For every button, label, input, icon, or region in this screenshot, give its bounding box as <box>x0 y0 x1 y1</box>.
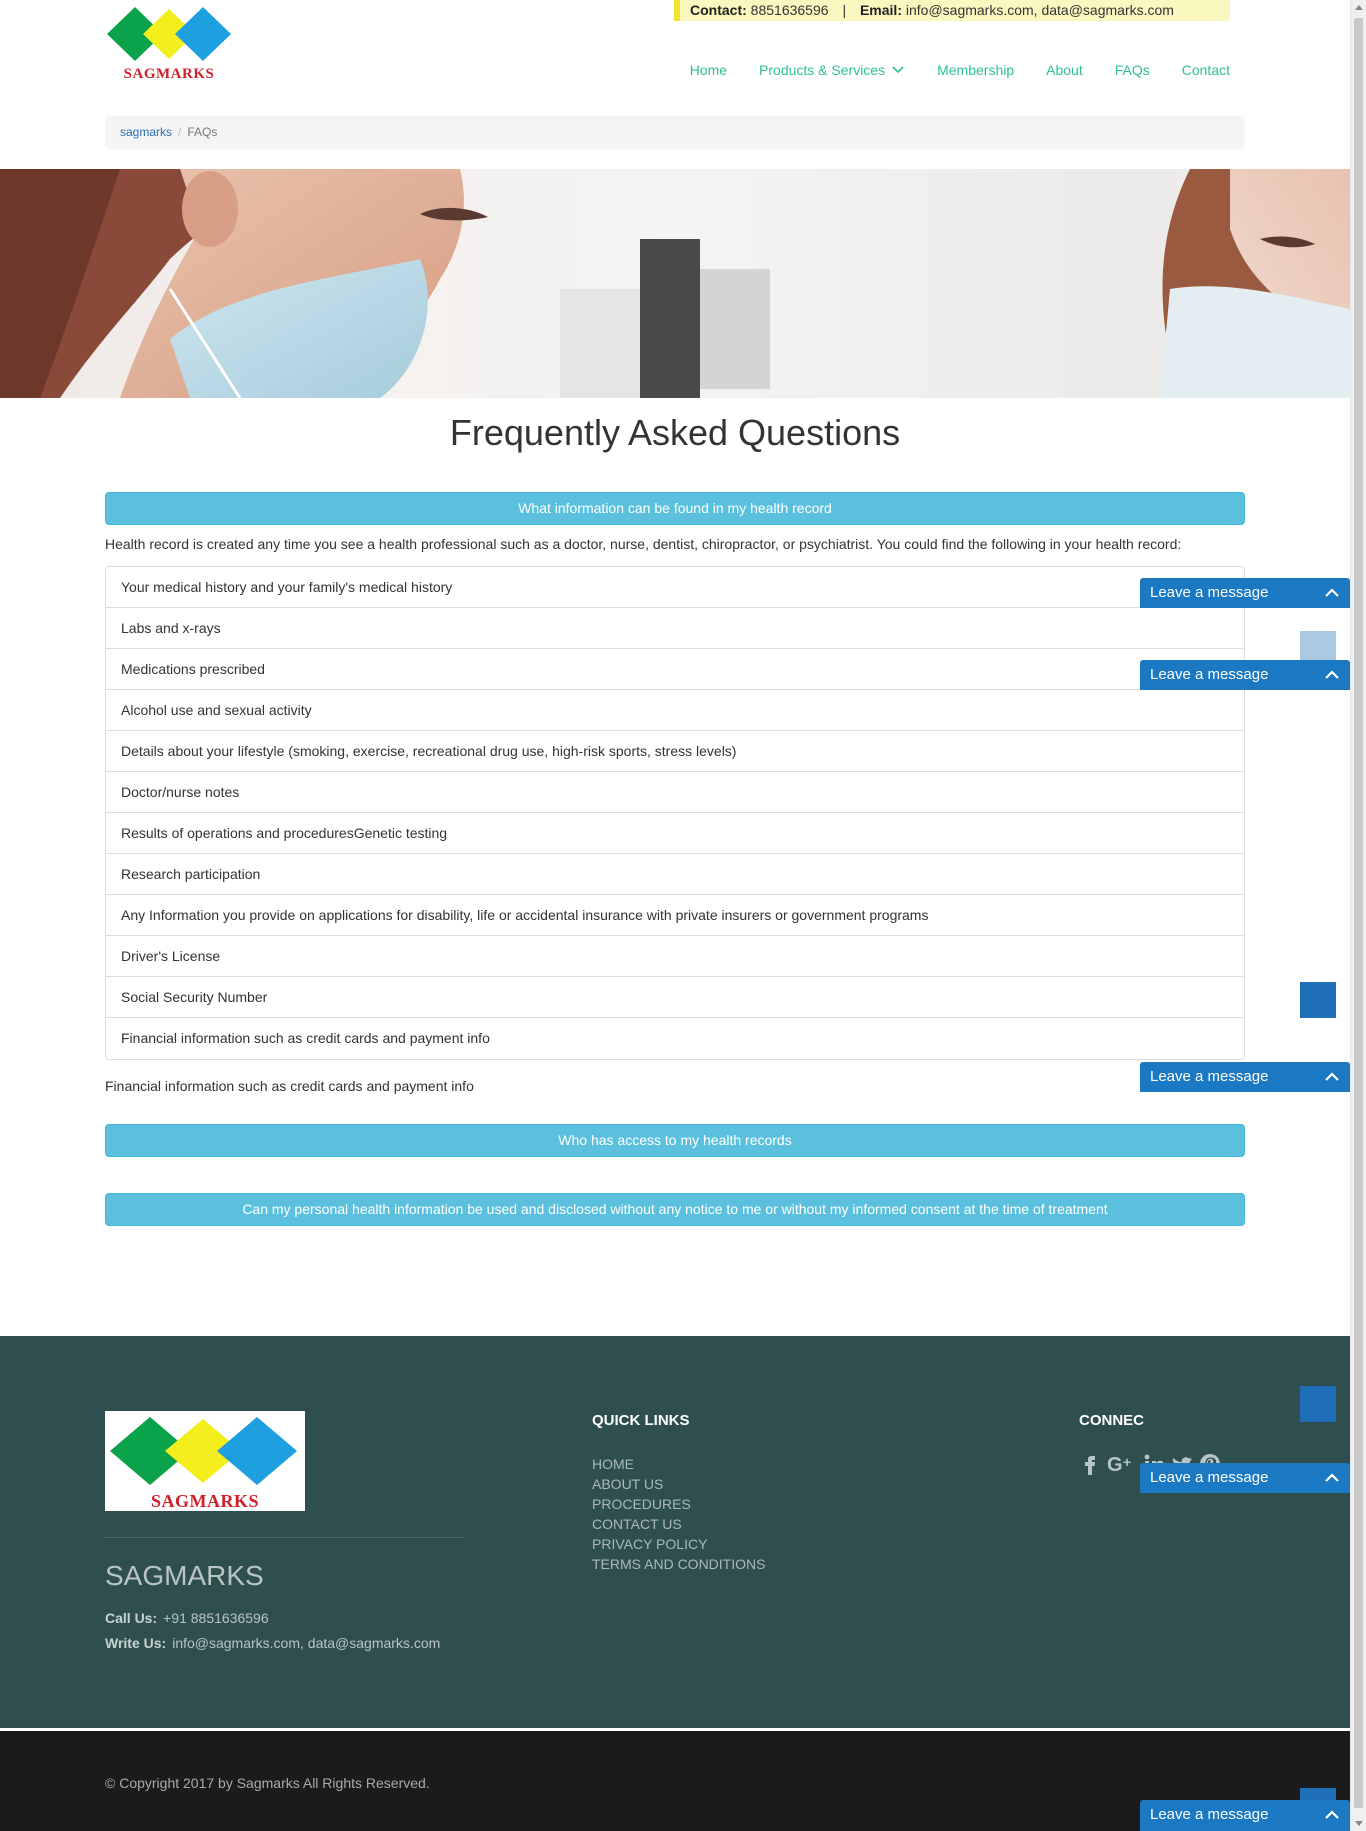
copyright: © Copyright 2017 by Sagmarks All Rights … <box>105 1775 430 1791</box>
hero-banner <box>0 169 1350 398</box>
facebook-icon[interactable] <box>1079 1452 1101 1476</box>
scroll-down-arrow-icon[interactable] <box>1355 1821 1363 1826</box>
list-item: Social Security Number <box>106 977 1244 1018</box>
faq-question-3[interactable]: Can my personal health information be us… <box>105 1193 1245 1226</box>
nav-products-services[interactable]: Products & Services <box>759 62 905 78</box>
faq-question-1[interactable]: What information can be found in my heal… <box>105 492 1245 525</box>
scrollbar[interactable] <box>1350 0 1366 1831</box>
quick-link-procedures[interactable]: PROCEDURES <box>592 1494 765 1514</box>
footer-divider <box>105 1537 465 1538</box>
leave-message-widget[interactable]: Leave a message <box>1140 1800 1350 1831</box>
chat-widget-tab[interactable] <box>1300 1386 1336 1422</box>
footer-call-value: +91 8851636596 <box>163 1610 269 1626</box>
leave-message-label: Leave a message <box>1150 666 1269 683</box>
list-item: Medications prescribed <box>106 649 1244 690</box>
footer-brand: SAGMARKS <box>105 1560 264 1591</box>
page-title: Frequently Asked Questions <box>449 412 901 453</box>
footer-write-value: info@sagmarks.com, data@sagmarks.com <box>172 1635 441 1651</box>
nav-about[interactable]: About <box>1046 62 1083 78</box>
leave-message-label: Leave a message <box>1150 1068 1269 1085</box>
connect-title: CONNEC <box>1079 1412 1145 1429</box>
quick-link-about-us[interactable]: ABOUT US <box>592 1474 765 1494</box>
quick-link-contact-us[interactable]: CONTACT US <box>592 1514 765 1534</box>
contact-email: info@sagmarks.com, data@sagmarks.com <box>905 2 1174 18</box>
breadcrumb-separator: / <box>178 125 182 139</box>
list-item: Alcohol use and sexual activity <box>106 690 1244 731</box>
quick-links-list: HOME ABOUT US PROCEDURES CONTACT US PRIV… <box>592 1454 765 1574</box>
svg-text:+: + <box>1123 1454 1131 1470</box>
leave-message-label: Leave a message <box>1150 584 1269 601</box>
nav-about-label: About <box>1046 62 1083 78</box>
breadcrumb-home[interactable]: sagmarks <box>120 125 172 139</box>
chevron-down-icon <box>892 66 904 74</box>
nav-membership-label: Membership <box>937 62 1015 78</box>
breadcrumb: sagmarks / FAQs <box>105 116 1245 149</box>
email-label: Email: <box>859 2 902 18</box>
faq-question-2[interactable]: Who has access to my health records <box>105 1124 1245 1157</box>
quick-link-home[interactable]: HOME <box>592 1454 765 1474</box>
faq-answer-footer: Financial information such as credit car… <box>105 1078 474 1094</box>
faq-answer-list: Your medical history and your family's m… <box>105 566 1245 1060</box>
nav-home[interactable]: Home <box>690 62 727 78</box>
footer-write: Write Us: info@sagmarks.com, data@sagmark… <box>105 1635 440 1651</box>
leave-message-label: Leave a message <box>1150 1806 1269 1823</box>
chevron-up-icon <box>1325 1072 1339 1081</box>
chevron-up-icon <box>1325 1473 1339 1482</box>
site-logo[interactable]: SAGMARKS <box>105 4 233 84</box>
list-item: Driver's License <box>106 936 1244 977</box>
footer-logo-diamonds-icon <box>110 1417 297 1485</box>
list-item: Results of operations and proceduresGene… <box>106 813 1244 854</box>
list-item: Research participation <box>106 854 1244 895</box>
chat-widget-tab[interactable] <box>1300 982 1336 1018</box>
scroll-up-arrow-icon[interactable] <box>1355 5 1363 10</box>
footer-call-label: Call Us: <box>105 1610 158 1626</box>
main-nav: Home Products & Services Membership Abou… <box>658 62 1230 78</box>
leave-message-label: Leave a message <box>1150 1469 1269 1486</box>
breadcrumb-current: FAQs <box>187 125 218 139</box>
nav-products-label: Products & Services <box>759 62 886 78</box>
footer-call: Call Us: +91 8851636596 <box>105 1610 269 1626</box>
list-item: Financial information such as credit car… <box>121 1030 490 1046</box>
quick-link-privacy-policy[interactable]: PRIVACY POLICY <box>592 1534 765 1554</box>
leave-message-widget[interactable]: Leave a message <box>1140 578 1350 608</box>
nav-contact-label: Contact <box>1181 62 1230 78</box>
google-plus-icon[interactable]: G + <box>1107 1452 1137 1476</box>
contact-separator: | <box>842 2 847 18</box>
footer-logo-text: SAGMARKS <box>150 1491 259 1511</box>
quick-links-title: QUICK LINKS <box>592 1412 690 1429</box>
list-item: Labs and x-rays <box>106 608 1244 649</box>
nav-membership[interactable]: Membership <box>937 62 1014 78</box>
chevron-up-icon <box>1325 588 1339 597</box>
contact-label: Contact: <box>690 2 747 18</box>
faq-answer-intro: Health record is created any time you se… <box>105 536 1182 552</box>
chevron-up-icon <box>1325 670 1339 679</box>
quick-link-terms[interactable]: TERMS AND CONDITIONS <box>592 1554 765 1574</box>
contact-phone: 8851636596 <box>750 2 829 18</box>
list-item: Doctor/nurse notes <box>106 772 1244 813</box>
nav-contact[interactable]: Contact <box>1182 62 1230 78</box>
list-item: Details about your lifestyle (smoking, e… <box>106 731 1244 772</box>
nav-home-label: Home <box>689 62 728 78</box>
footer-write-label: Write Us: <box>105 1635 167 1651</box>
svg-text:G: G <box>1107 1454 1123 1476</box>
contact-bar: Contact: 8851636596 | Email: info@sagmar… <box>674 0 1230 21</box>
list-item: Any Information you provide on applicati… <box>106 895 1244 936</box>
nav-faqs[interactable]: FAQs <box>1115 62 1150 78</box>
scrollbar-thumb[interactable] <box>1354 18 1363 1808</box>
hero-image <box>0 169 1350 398</box>
logo-text: SAGMARKS <box>123 66 215 82</box>
logo-diamonds-icon <box>107 7 231 61</box>
leave-message-widget[interactable]: Leave a message <box>1140 1062 1350 1092</box>
nav-faqs-label: FAQs <box>1114 62 1150 78</box>
leave-message-widget[interactable]: Leave a message <box>1140 1463 1350 1493</box>
chevron-up-icon <box>1325 1810 1339 1819</box>
footer: SAGMARKS SAGMARKS Call Us: +91 8851636596… <box>0 1336 1350 1728</box>
list-item: Your medical history and your family's m… <box>106 567 1244 608</box>
leave-message-widget[interactable]: Leave a message <box>1140 660 1350 690</box>
footer-logo[interactable]: SAGMARKS <box>105 1411 305 1511</box>
